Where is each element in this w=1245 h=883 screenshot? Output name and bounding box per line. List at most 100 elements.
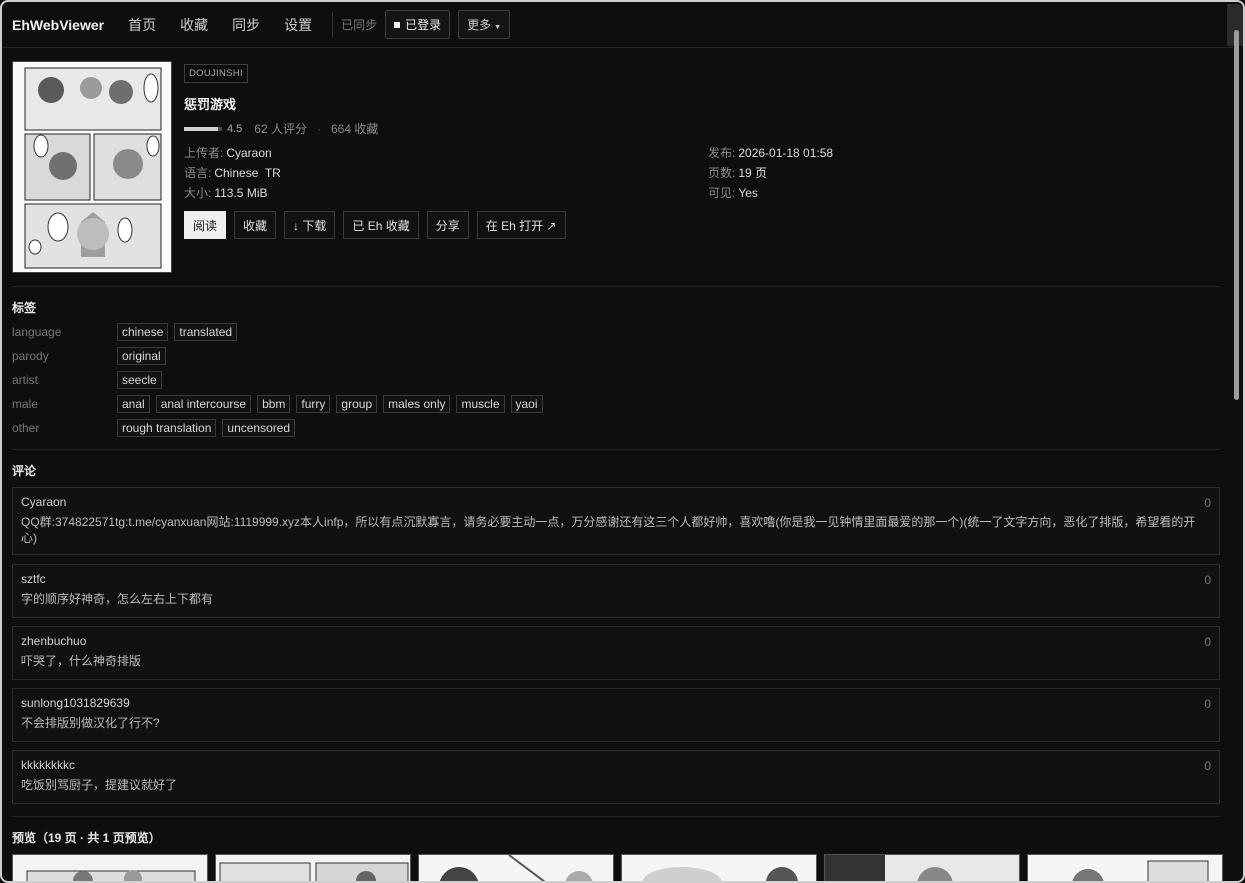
posted-info: 发布: 2026-01-18 01:58 — [708, 144, 833, 161]
read-button[interactable]: 阅读 — [184, 211, 227, 239]
tag-namespace: artist — [12, 373, 39, 387]
tag-group-artist: artist seecle — [12, 371, 168, 389]
tag-chip[interactable]: furry — [296, 395, 331, 413]
language-value: Chinese TR — [214, 166, 281, 180]
tag-chip[interactable]: group — [336, 395, 378, 413]
open-in-eh-button[interactable]: 在 Eh 打开 ↗ — [476, 211, 566, 239]
tags-section-title: 标签 — [12, 301, 37, 315]
thumbnail-art — [13, 855, 207, 881]
uploader-name[interactable]: Cyaraon — [226, 146, 271, 160]
size-value: 113.5 MiB — [214, 186, 268, 200]
posted-value: 2026-01-18 01:58 — [738, 146, 834, 160]
comment-body: 字的顺序好神奇，怎么左右上下都有 — [21, 592, 214, 606]
tag-chip[interactable]: uncensored — [222, 419, 296, 437]
rating-value: 4.5 — [227, 122, 243, 135]
more-label: 更多 — [467, 18, 492, 32]
preview-thumbnail[interactable] — [215, 854, 411, 881]
pages-label: 页数: — [708, 166, 736, 180]
download-button[interactable]: ↓ 下载 — [284, 211, 336, 239]
thumbnail-art — [1028, 855, 1222, 881]
nav-home[interactable]: 首页 — [128, 15, 156, 35]
nav-favorites[interactable]: 收藏 — [180, 15, 208, 35]
comment-body: QQ群:374822571tg:t.me/cyanxuan网站:1119999.… — [21, 515, 1196, 545]
pages-value: 19 页 — [738, 166, 768, 180]
tag-chip[interactable]: muscle — [456, 395, 505, 413]
visible-value: Yes — [738, 186, 758, 200]
tag-chip[interactable]: translated — [174, 323, 238, 341]
preview-thumbnail[interactable] — [1027, 854, 1223, 881]
comment-author[interactable]: zhenbuchuo — [21, 634, 1211, 648]
preview-thumbnail[interactable] — [621, 854, 817, 881]
comment-card: kkkkkkkkc 0 吃饭别骂厨子，提建议就好了 — [12, 750, 1220, 804]
scrollbar-thumb[interactable] — [1234, 30, 1239, 400]
comment-author[interactable]: sunlong1031829639 — [21, 696, 1211, 710]
nav-sync[interactable]: 同步 — [232, 15, 260, 35]
comment-score: 0 — [1204, 496, 1211, 510]
login-status-button[interactable]: 已登录 — [385, 10, 451, 39]
gallery-title: 惩罚游戏 — [184, 97, 237, 112]
uploader-info: 上传者: Cyaraon — [184, 144, 272, 161]
preview-thumbnail[interactable] — [824, 854, 1020, 881]
divider — [12, 449, 1220, 450]
pages-info: 页数: 19 页 — [708, 164, 767, 181]
tag-chip[interactable]: rough translation — [117, 419, 217, 437]
preview-thumbnail[interactable] — [12, 854, 208, 881]
share-button[interactable]: 分享 — [426, 211, 469, 239]
brand-logo[interactable]: EhWebViewer — [12, 17, 104, 33]
app-window: EhWebViewer 首页 收藏 同步 设置 已同步 已登录 更多 ▼ DOU… — [0, 0, 1245, 883]
rating-bar-fill — [184, 126, 219, 131]
rating-count: 62 人评分 — [254, 122, 307, 136]
login-label: 已登录 — [405, 18, 442, 32]
tag-chip[interactable]: seecle — [117, 371, 162, 389]
thumbnail-art — [419, 855, 613, 881]
tag-namespace: parody — [12, 349, 49, 363]
comment-score: 0 — [1204, 697, 1211, 711]
thumbnail-art — [622, 855, 816, 881]
status-square-icon — [394, 21, 401, 28]
gallery-cover-image[interactable] — [12, 61, 172, 273]
thumbnail-art — [216, 855, 410, 881]
comment-author[interactable]: Cyaraon — [21, 495, 1211, 509]
nav-divider — [332, 11, 334, 38]
tag-chip[interactable]: yaoi — [510, 395, 543, 413]
tag-namespace: male — [12, 397, 39, 411]
tag-chip[interactable]: original — [117, 347, 166, 365]
tag-chip[interactable]: anal — [117, 395, 150, 413]
language-info: 语言: Chinese TR — [184, 164, 281, 181]
preview-thumbnail[interactable] — [418, 854, 614, 881]
comment-author[interactable]: sztfc — [21, 572, 1211, 586]
thumbnail-art — [825, 855, 1019, 881]
nav-settings[interactable]: 设置 — [284, 15, 312, 35]
tag-group-parody: parody original — [12, 347, 172, 365]
posted-label: 发布: — [708, 146, 736, 160]
tag-group-language: language chinese translated — [12, 323, 243, 341]
more-menu-button[interactable]: 更多 ▼ — [458, 10, 511, 39]
category-badge: DOUJINSHI — [184, 64, 248, 83]
tag-chip[interactable]: males only — [383, 395, 451, 413]
preview-thumbnails — [12, 854, 1230, 881]
comment-author[interactable]: kkkkkkkkc — [21, 758, 1211, 772]
comment-card: sztfc 0 字的顺序好神奇，怎么左右上下都有 — [12, 564, 1220, 618]
uploader-label: 上传者: — [184, 146, 224, 160]
rating-row: 4.5 62 人评分 · 664 收藏 — [184, 120, 378, 137]
comment-score: 0 — [1204, 759, 1211, 773]
scrollbar[interactable] — [1232, 12, 1241, 881]
tag-group-male: male anal anal intercourse bbm furry gro… — [12, 395, 549, 413]
divider — [12, 286, 1220, 287]
eh-favorited-button[interactable]: 已 Eh 收藏 — [343, 211, 419, 239]
visible-info: 可见: Yes — [708, 184, 758, 201]
favorite-button[interactable]: 收藏 — [234, 211, 277, 239]
visible-label: 可见: — [708, 186, 736, 200]
tag-chip[interactable]: bbm — [257, 395, 291, 413]
action-buttons: 阅读 收藏 ↓ 下载 已 Eh 收藏 分享 在 Eh 打开 ↗ — [184, 211, 574, 239]
comment-score: 0 — [1204, 573, 1211, 587]
comment-body: 不会排版别做汉化了行不? — [21, 716, 160, 730]
divider — [12, 816, 1220, 817]
comment-card: zhenbuchuo 0 吓哭了，什么神奇排版 — [12, 626, 1220, 680]
comments-section-title: 评论 — [12, 464, 37, 478]
tag-chip[interactable]: anal intercourse — [155, 395, 252, 413]
tag-chip[interactable]: chinese — [117, 323, 169, 341]
tag-group-other: other rough translation uncensored — [12, 419, 301, 437]
top-navbar: EhWebViewer 首页 收藏 同步 设置 已同步 已登录 更多 ▼ — [2, 2, 1233, 48]
favorite-count: 664 收藏 — [330, 122, 379, 136]
